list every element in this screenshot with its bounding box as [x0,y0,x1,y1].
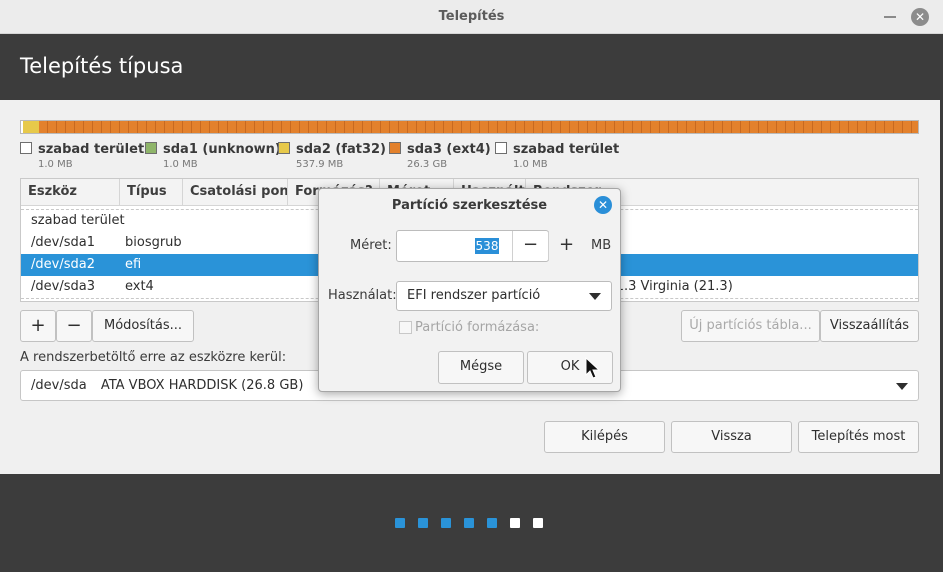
cancel-button[interactable]: Mégse [438,351,524,384]
legend-swatch [20,142,32,154]
progress-dot-completed [395,518,405,528]
legend-size: 1.0 MB [163,159,198,170]
progress-dot-pending [533,518,543,528]
chevron-down-icon [896,383,908,390]
legend-swatch [495,142,507,154]
cell-device: szabad terület [31,213,125,228]
column-header-mountpoint[interactable]: Csatolási pont [183,179,288,206]
column-header-device[interactable]: Eszköz [21,179,120,206]
legend-item-sda2: sda2 (fat32) 537.9 MB [278,142,386,170]
usage-value: EFI rendszer partíció [407,288,541,303]
disk-usage-bar [20,120,919,134]
remove-partition-button[interactable]: − [56,310,92,342]
progress-dot-completed [464,518,474,528]
edit-partition-dialog: Partíció szerkesztése ✕ Méret: 538 − + M… [318,188,621,392]
install-now-button[interactable]: Telepítés most [798,421,919,453]
bootloader-label: A rendszerbetöltő erre az eszközre kerül… [20,350,287,365]
format-checkbox[interactable] [399,321,412,334]
window-title: Telepítés [438,9,505,24]
cell-device: /dev/sda2 [31,257,95,272]
column-header-type[interactable]: Típus [120,179,183,206]
legend-item-sda1: sda1 (unknown) 1.0 MB [145,142,281,170]
legend-item-sda3: sda3 (ext4) 26.3 GB [389,142,491,170]
legend-size: 26.3 GB [407,159,448,170]
progress-footer [0,474,943,572]
format-label: Partíció formázása: [415,320,540,335]
cell-type: biosgrub [125,235,182,250]
bootloader-device-description: ATA VBOX HARDDISK (26.8 GB) [100,378,304,393]
bootloader-device: /dev/sda [31,378,87,393]
usage-select[interactable]: EFI rendszer partíció [396,281,612,311]
usage-label: Használat: [328,288,397,303]
close-icon[interactable]: ✕ [594,196,612,214]
legend-name: szabad terület [513,142,620,157]
dialog-title: Partíció szerkesztése [391,198,548,213]
cell-device: /dev/sda3 [31,279,95,294]
legend-name: szabad terület [38,142,145,157]
add-partition-button[interactable]: + [20,310,56,342]
window-titlebar: Telepítés ✕ [0,0,943,34]
change-partition-button[interactable]: Módosítás... [92,310,194,342]
legend-swatch [145,142,157,154]
legend-item-free-end: szabad terület 1.0 MB [495,142,619,170]
progress-dot-completed [441,518,451,528]
legend-size: 1.0 MB [38,159,73,170]
page-title: Telepítés típusa [20,54,184,78]
quit-button[interactable]: Kilépés [544,421,665,453]
legend-name: sda1 (unknown) [163,142,281,157]
progress-dot-pending [510,518,520,528]
size-unit: MB [591,238,612,253]
cell-type: efi [125,257,142,272]
cell-device: /dev/sda1 [31,235,95,250]
legend-swatch [278,142,290,154]
size-input[interactable]: 538 [475,238,499,254]
legend-swatch [389,142,401,154]
page-header: Telepítés típusa [0,34,943,100]
disk-segment-fat32 [21,121,39,133]
legend-size: 1.0 MB [513,159,548,170]
revert-button[interactable]: Visszaállítás [820,310,919,342]
increment-button[interactable]: + [548,231,584,261]
progress-dot-completed [418,518,428,528]
decrement-button[interactable]: − [512,231,548,261]
size-label: Méret: [350,238,392,253]
minimize-icon[interactable] [884,16,896,18]
chevron-down-icon [589,293,601,300]
new-partition-table-button[interactable]: Új partíciós tábla... [681,310,820,342]
legend-name: sda3 (ext4) [407,142,491,157]
close-icon[interactable]: ✕ [911,8,929,26]
progress-dot-completed [487,518,497,528]
legend-name: sda2 (fat32) [296,142,387,157]
mouse-cursor-icon [585,356,601,379]
cell-type: ext4 [125,279,154,294]
legend-size: 537.9 MB [296,159,344,170]
disk-segment-free [21,121,23,133]
size-spinbox[interactable]: 538 − + [396,230,574,262]
back-button[interactable]: Vissza [671,421,792,453]
legend-item-free-start: szabad terület 1.0 MB [20,142,144,170]
